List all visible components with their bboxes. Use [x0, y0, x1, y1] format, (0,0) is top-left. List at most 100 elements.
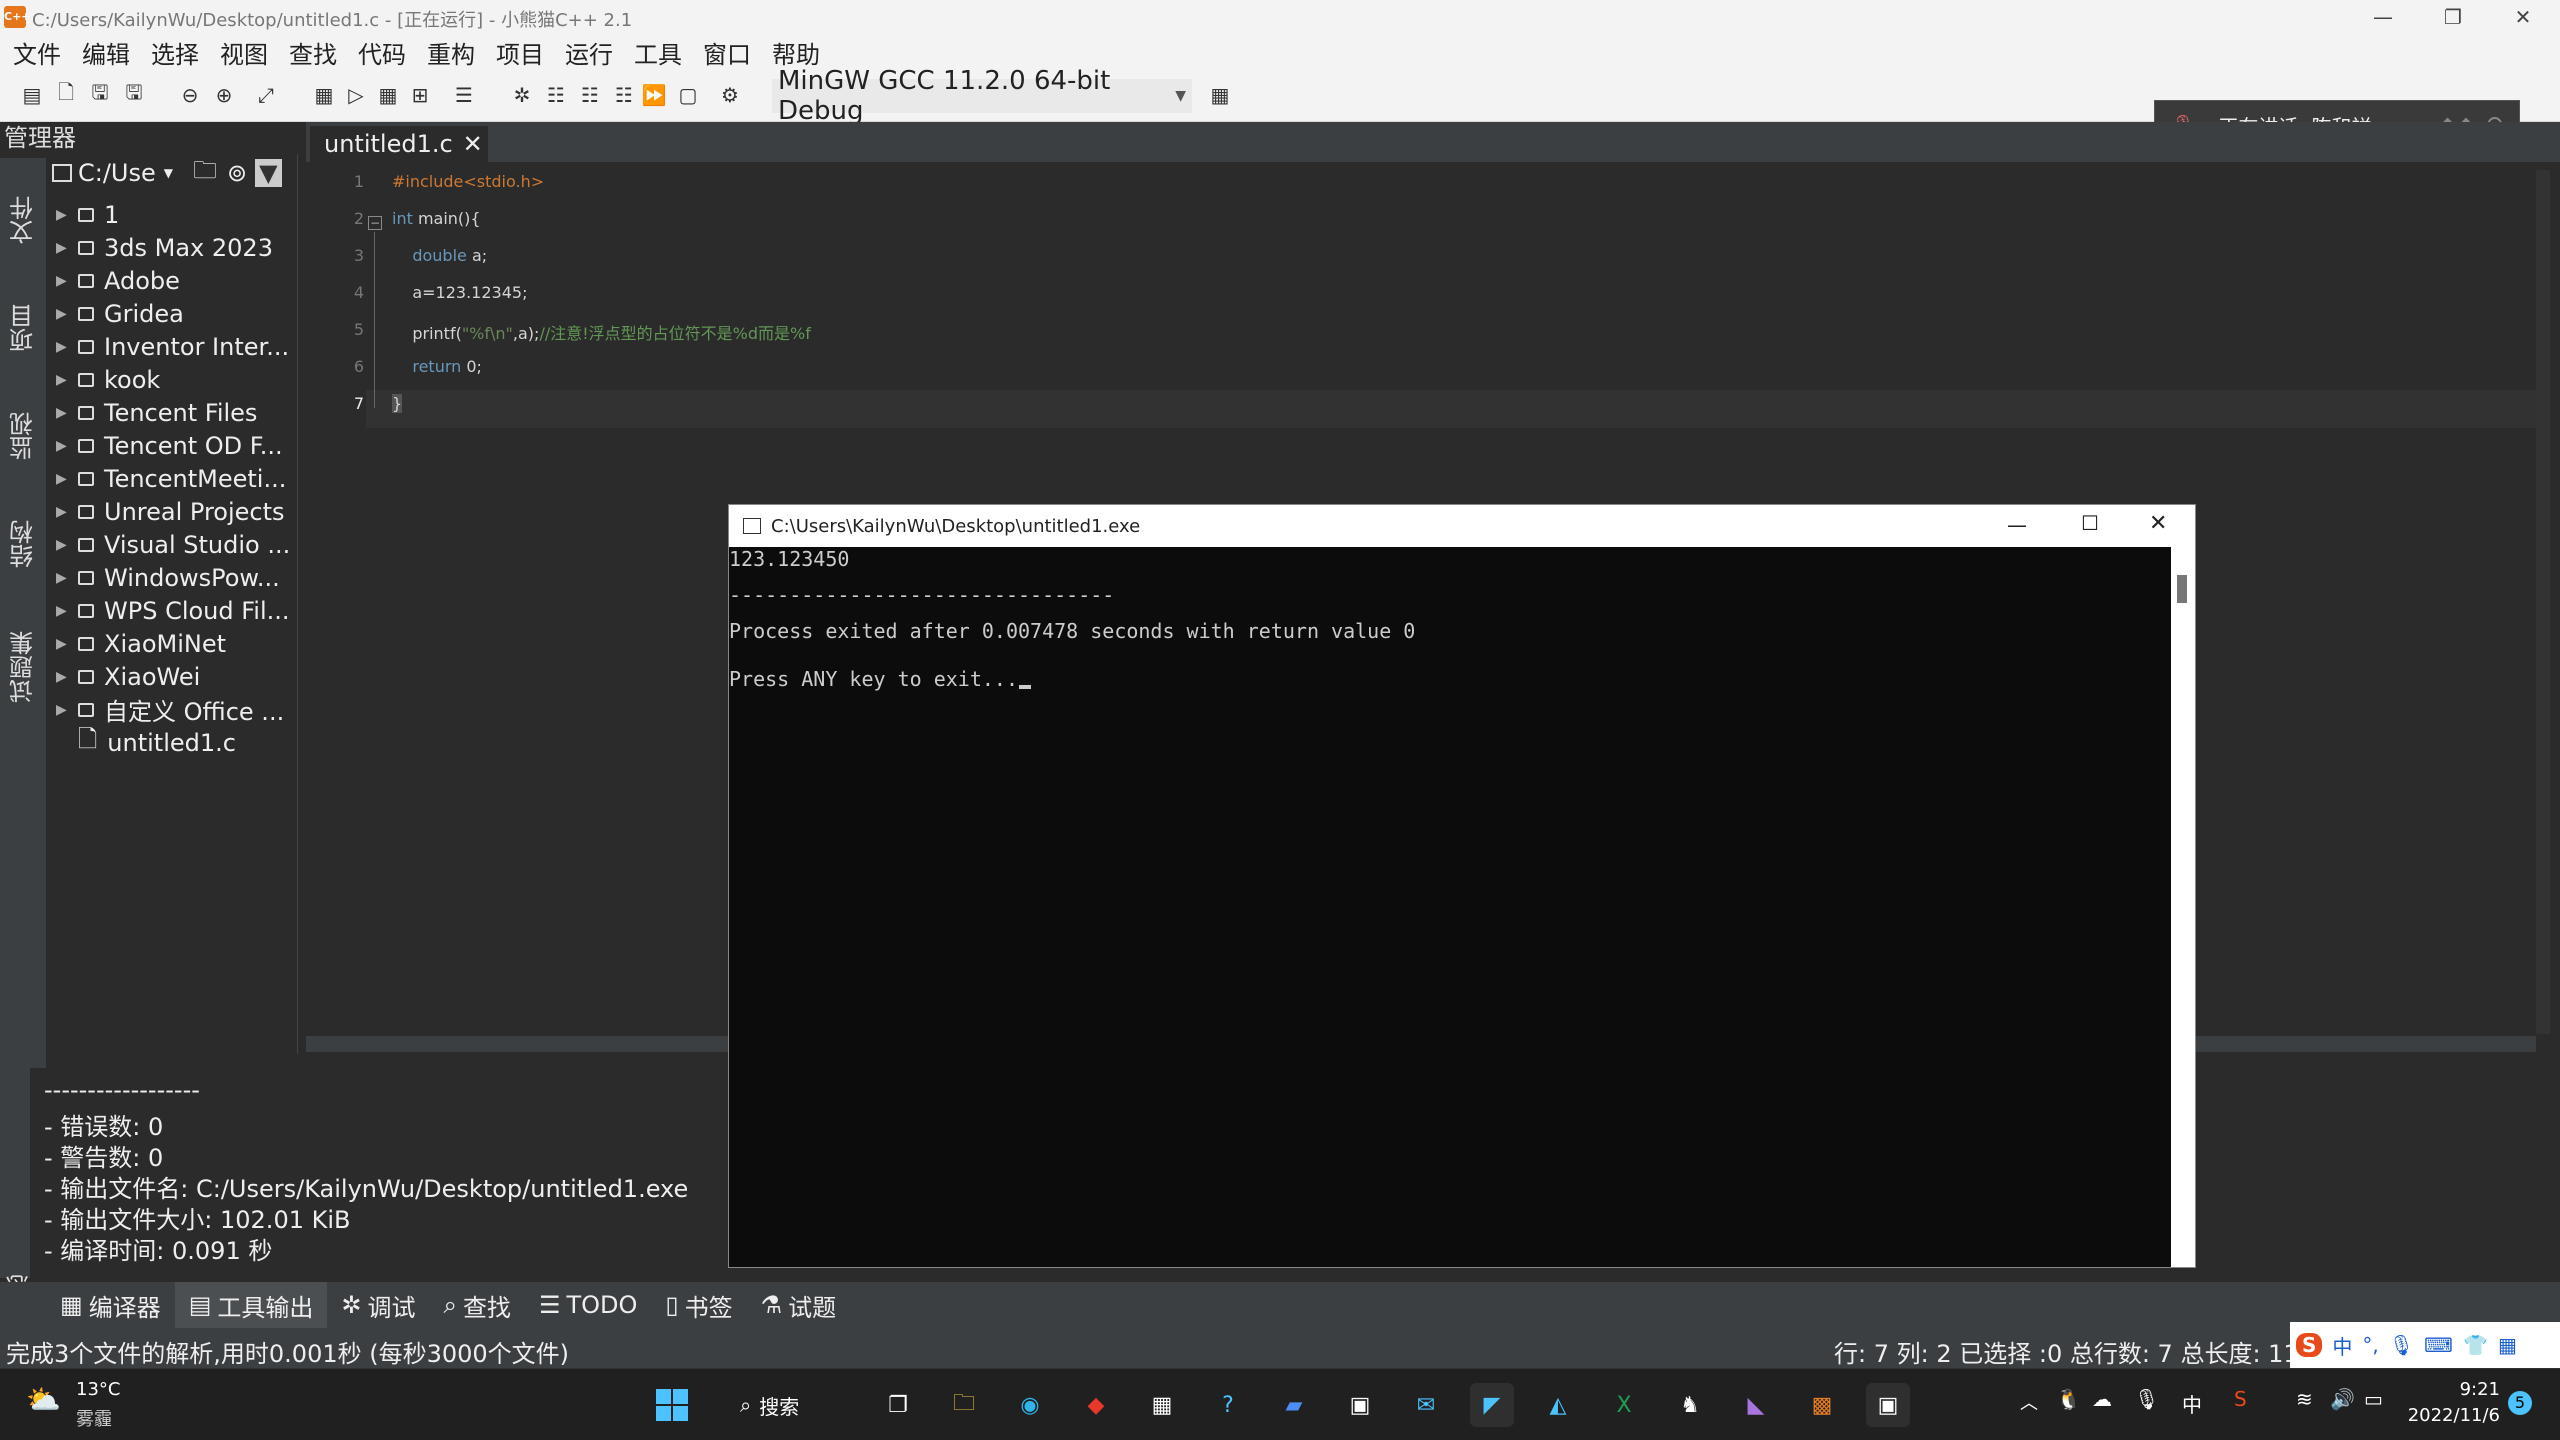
- step-into-icon[interactable]: ☷: [576, 81, 604, 109]
- expand-arrow-icon[interactable]: ▶: [56, 570, 78, 586]
- skin-icon[interactable]: 👕: [2463, 1333, 2488, 1357]
- expand-arrow-icon[interactable]: ▶: [56, 438, 78, 454]
- menu-edit[interactable]: 编辑: [69, 35, 138, 70]
- menu-project[interactable]: 项目: [483, 35, 552, 70]
- chevron-down-icon[interactable]: ▼: [164, 166, 173, 180]
- console-maximize-button[interactable]: ☐: [2081, 511, 2099, 535]
- editor-tab[interactable]: untitled1.c ✕: [310, 126, 488, 162]
- menu-code[interactable]: 代码: [345, 35, 414, 70]
- tree-item[interactable]: ▶ TencentMeeti...: [56, 462, 286, 495]
- restore-button[interactable]: ❐: [2418, 0, 2488, 34]
- close-button[interactable]: ✕: [2488, 0, 2558, 34]
- stop-icon[interactable]: ▢: [674, 81, 702, 109]
- expand-arrow-icon[interactable]: ▶: [56, 240, 78, 256]
- close-tab-icon[interactable]: ✕: [463, 130, 483, 158]
- tab-bookmarks[interactable]: ▯ 书签: [651, 1282, 746, 1328]
- step-over-icon[interactable]: ☷: [542, 81, 570, 109]
- tree-item[interactable]: ▶ WPS Cloud Fil...: [56, 594, 290, 627]
- tab-find[interactable]: ⌕ 查找: [429, 1282, 524, 1328]
- tree-item[interactable]: ▶ 1: [56, 198, 119, 231]
- menu-run[interactable]: 运行: [552, 35, 621, 70]
- expand-arrow-icon[interactable]: ▶: [56, 669, 78, 685]
- battery-icon[interactable]: ▭: [2364, 1387, 2383, 1411]
- run-icon[interactable]: ▷: [342, 81, 370, 109]
- expand-arrow-icon[interactable]: ▶: [56, 372, 78, 388]
- tree-item[interactable]: ▶ Tencent OD F...: [56, 429, 283, 462]
- new-project-icon[interactable]: ▤: [18, 81, 46, 109]
- tree-item[interactable]: ▶ Inventor Inter...: [56, 330, 289, 363]
- edge-icon[interactable]: ◉: [1008, 1383, 1052, 1427]
- tree-item[interactable]: ▶ 3ds Max 2023: [56, 231, 273, 264]
- mic-icon[interactable]: 🎙: [2389, 1333, 2414, 1357]
- step-out-icon[interactable]: ☷: [610, 81, 638, 109]
- editor-vscrollbar[interactable]: [2536, 170, 2550, 1034]
- notification-badge[interactable]: 5: [2508, 1391, 2532, 1415]
- wifi-icon[interactable]: ≋: [2296, 1387, 2313, 1411]
- options-icon[interactable]: ☰: [450, 81, 478, 109]
- expand-arrow-icon[interactable]: ▶: [56, 636, 78, 652]
- expand-arrow-icon[interactable]: ▶: [56, 405, 78, 421]
- app-blue-icon[interactable]: ▰: [1272, 1383, 1316, 1427]
- side-tab-problems[interactable]: 试题集: [4, 602, 42, 732]
- tree-item[interactable]: ▶ XiaoMiNet: [56, 627, 226, 660]
- minimize-button[interactable]: —: [2348, 0, 2418, 34]
- menu-file[interactable]: 文件: [0, 35, 69, 70]
- rebuild-icon[interactable]: ⊞: [406, 81, 434, 109]
- menu-window[interactable]: 窗口: [690, 35, 759, 70]
- console-scroll-thumb[interactable]: [2177, 575, 2187, 603]
- photos-icon[interactable]: ▣: [1338, 1383, 1382, 1427]
- expand-arrow-icon[interactable]: ▶: [56, 603, 78, 619]
- ime-toolbar[interactable]: S 中 °, 🎙 ⌨ 👕 ▦: [2290, 1322, 2560, 1368]
- weather-temp[interactable]: 13°C: [76, 1379, 120, 1400]
- side-tab-project[interactable]: 项目: [4, 278, 42, 378]
- tab-problems[interactable]: ⚗ 试题: [747, 1282, 851, 1328]
- store-icon[interactable]: ▦: [1140, 1383, 1184, 1427]
- compiler-select[interactable]: MinGW GCC 11.2.0 64-bit Debug ▼: [772, 66, 1192, 126]
- side-tab-files[interactable]: 文件: [4, 170, 42, 270]
- compiler-options-icon[interactable]: ▦: [1206, 81, 1234, 109]
- volume-icon[interactable]: 🔊: [2330, 1387, 2355, 1411]
- expand-arrow-icon[interactable]: ▶: [56, 537, 78, 553]
- back-icon[interactable]: ⊖: [176, 81, 204, 109]
- fullscreen-icon[interactable]: ⤢: [252, 81, 280, 109]
- clock-date[interactable]: 2022/11/6: [2400, 1405, 2500, 1426]
- side-tab-watch[interactable]: 监视: [4, 386, 42, 486]
- keyboard-icon[interactable]: ⌨: [2424, 1333, 2453, 1357]
- sogou-tray-icon[interactable]: S: [2234, 1387, 2247, 1411]
- cloud-icon[interactable]: ☁: [2092, 1387, 2112, 1411]
- tab-tool-output[interactable]: ▤ 工具输出: [174, 1282, 328, 1328]
- fold-icon[interactable]: −: [368, 216, 382, 230]
- locate-icon[interactable]: ⊚: [227, 159, 247, 187]
- tree-item[interactable]: ▶ kook: [56, 363, 160, 396]
- visual-studio-icon[interactable]: ◣: [1734, 1383, 1778, 1427]
- punctuation-icon[interactable]: °,: [2362, 1333, 2378, 1357]
- start-icon[interactable]: [650, 1383, 694, 1427]
- meeting-icon[interactable]: ◭: [1536, 1383, 1580, 1427]
- menu-view[interactable]: 视图: [207, 35, 276, 70]
- help-icon[interactable]: ?: [1206, 1383, 1250, 1427]
- expand-arrow-icon[interactable]: ▶: [56, 306, 78, 322]
- console-close-button[interactable]: ✕: [2149, 511, 2167, 536]
- expand-arrow-icon[interactable]: ▶: [56, 207, 78, 223]
- tree-item[interactable]: ▶ Unreal Projects: [56, 495, 285, 528]
- expand-arrow-icon[interactable]: ▶: [56, 471, 78, 487]
- menu-refactor[interactable]: 重构: [414, 35, 483, 70]
- tab-todo[interactable]: ☰ TODO: [525, 1282, 651, 1328]
- side-tab-structure[interactable]: 结构: [4, 494, 42, 594]
- mail-icon[interactable]: ✉: [1404, 1383, 1448, 1427]
- tree-item[interactable]: ▶ WindowsPow...: [56, 561, 280, 594]
- save-icon[interactable]: 🖫: [86, 80, 114, 109]
- app-diamond-icon[interactable]: ◆: [1074, 1383, 1118, 1427]
- console-minimize-button[interactable]: —: [2007, 513, 2027, 537]
- tab-compiler[interactable]: ▦ 编译器: [46, 1282, 175, 1328]
- ime-lang[interactable]: 中: [2332, 1331, 2352, 1360]
- path-select[interactable]: C:/Use: [78, 159, 156, 187]
- debug-icon[interactable]: ✲: [508, 81, 536, 109]
- tree-item[interactable]: ▶ Visual Studio ...: [56, 528, 290, 561]
- excel-icon[interactable]: X: [1602, 1383, 1646, 1427]
- toolbox-icon[interactable]: ▦: [2498, 1333, 2517, 1357]
- save-all-icon[interactable]: 🖫: [120, 80, 148, 109]
- tree-item[interactable]: ▶ Tencent Files: [56, 396, 257, 429]
- console-taskbar-icon[interactable]: ▣: [1866, 1383, 1910, 1427]
- forward-icon[interactable]: ⊕: [210, 81, 238, 109]
